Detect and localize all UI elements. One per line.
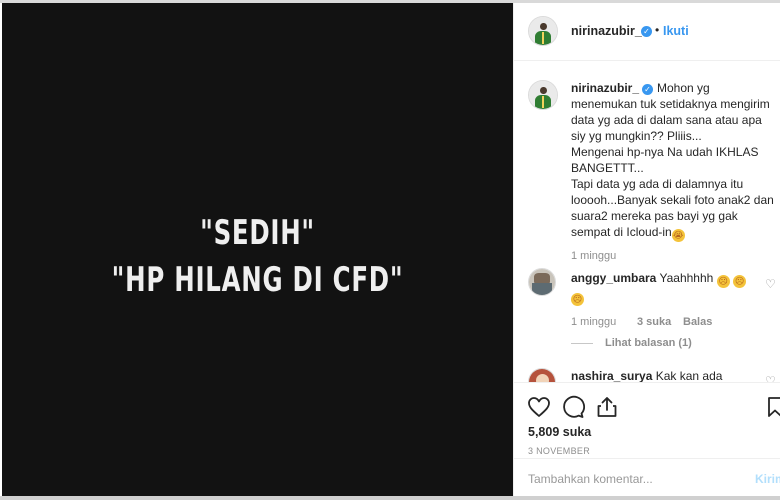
- caption-username[interactable]: nirinazubir_: [571, 81, 639, 95]
- sad-emoji-icon: ☹: [733, 275, 747, 288]
- follow-button[interactable]: Ikuti: [663, 24, 689, 38]
- share-icon[interactable]: [595, 395, 619, 419]
- photo-text-line-2: "HP HILANG DI CFD": [111, 260, 404, 300]
- separator-dot: •: [655, 23, 660, 37]
- post-photo[interactable]: "SEDIH" "HP HILANG DI CFD": [2, 3, 513, 496]
- commenter-avatar[interactable]: [528, 368, 556, 382]
- comment-reply-button[interactable]: Balas: [683, 316, 712, 328]
- post-caption: nirinazubir_ ✓ Mohon yg menemukan tuk seti…: [571, 80, 774, 242]
- comment-item: anggy_umbara Yaahhhhh ☹ ☹ ☹: [571, 270, 756, 306]
- view-replies-button[interactable]: Lihat balasan (1): [605, 337, 692, 349]
- likes-count[interactable]: 5,809 suka: [528, 425, 591, 439]
- comment-time[interactable]: 1 minggu: [571, 316, 616, 328]
- comment-input[interactable]: [528, 469, 738, 489]
- comment-username[interactable]: nashira_surya: [571, 369, 652, 382]
- verified-badge-icon: ✓: [642, 84, 654, 95]
- comment-username[interactable]: anggy_umbara: [571, 271, 656, 285]
- save-bookmark-icon[interactable]: [767, 395, 780, 419]
- author-avatar[interactable]: [528, 16, 558, 46]
- comment-text: Yaahhhhh: [659, 271, 714, 285]
- post-side-panel: nirinazubir_ ✓ • Ikuti nirinazubir_ ✓ Moho…: [513, 3, 780, 496]
- comment-likes[interactable]: 3 suka: [637, 316, 671, 328]
- caption-time[interactable]: 1 minggu: [571, 250, 616, 262]
- caption-paragraph-2: Mengenai hp-nya Na udah IKHLAS BANGETTT.…: [571, 145, 759, 175]
- post-date: 3 NOVEMBER: [528, 446, 591, 456]
- crying-emoji-icon: 😭: [671, 229, 685, 242]
- comment-text: Kak kan ada: [655, 369, 723, 382]
- caption-avatar[interactable]: [528, 80, 558, 110]
- post-header: nirinazubir_ ✓ • Ikuti: [514, 3, 780, 61]
- comments-list[interactable]: nirinazubir_ ✓ Mohon yg menemukan tuk seti…: [514, 62, 780, 382]
- comment-item: nashira_surya Kak kan ada: [571, 368, 756, 382]
- comment-bubble-icon[interactable]: [561, 395, 585, 419]
- comment-like-heart-icon[interactable]: ♡: [765, 375, 776, 382]
- comment-like-heart-icon[interactable]: ♡: [765, 278, 777, 290]
- replies-divider: [571, 343, 593, 344]
- commenter-avatar[interactable]: [528, 268, 556, 296]
- like-heart-icon[interactable]: [527, 395, 551, 419]
- sad-emoji-icon: ☹: [571, 293, 584, 306]
- post-comment-button[interactable]: Kirim: [755, 472, 780, 486]
- add-comment-section: Kirim: [514, 458, 780, 496]
- sad-emoji-icon: ☹: [716, 275, 730, 288]
- post-actions: 5,809 suka 3 NOVEMBER: [514, 382, 780, 458]
- photo-text-line-1: "SEDIH": [200, 213, 315, 253]
- author-username[interactable]: nirinazubir_: [571, 24, 642, 38]
- verified-badge-icon: ✓: [641, 26, 652, 37]
- caption-paragraph-3: Tapi data yg ada di dalamnya itu looooh.…: [571, 177, 774, 242]
- browser-frame-bottom: [0, 496, 780, 500]
